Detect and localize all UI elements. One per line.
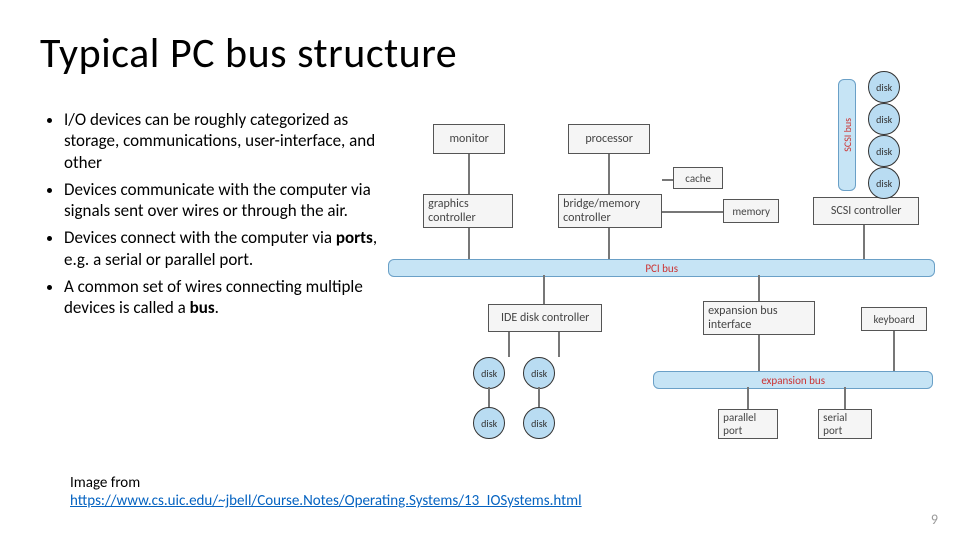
box-graphics: graphics controller (423, 194, 513, 228)
disk-ide-3: disk (473, 407, 505, 439)
box-exp-if: expansion bus interface (703, 301, 815, 335)
disk-ide-2: disk (523, 357, 555, 389)
disk-scsi-4: disk (868, 167, 900, 199)
disk-ide-1: disk (473, 357, 505, 389)
box-monitor: monitor (433, 124, 505, 154)
box-ide: IDE disk controller (488, 304, 602, 332)
bullet-list: I/O devices can be roughly categorized a… (40, 109, 383, 324)
disk-ide-4: disk (523, 407, 555, 439)
box-scsi-ctrl: SCSI controller (813, 197, 919, 225)
box-memory: memory (723, 199, 779, 223)
bus-expansion: expansion bus (653, 371, 933, 389)
box-serial: serial port (818, 409, 872, 439)
bus-scsi: SCSI bus (838, 79, 856, 191)
image-credit: Image from https://www.cs.uic.edu/~jbell… (70, 474, 582, 510)
bullet-1: I/O devices can be roughly categorized a… (64, 109, 383, 173)
disk-scsi-1: disk (868, 71, 900, 103)
page-title: Typical PC bus structure (40, 28, 920, 79)
credit-link[interactable]: https://www.cs.uic.edu/~jbell/Course.Not… (70, 492, 582, 510)
box-processor: processor (568, 124, 650, 154)
box-keyboard: keyboard (861, 307, 927, 331)
disk-scsi-2: disk (868, 103, 900, 135)
box-cache: cache (673, 167, 723, 189)
bullet-3: Devices connect with the computer via po… (64, 227, 383, 270)
bus-diagram: monitor processor cache graphics control… (393, 109, 920, 469)
credit-label: Image from (70, 474, 140, 492)
bullet-4: A common set of wires connecting multipl… (64, 276, 383, 319)
box-parallel: parallel port (718, 409, 778, 439)
disk-scsi-3: disk (868, 135, 900, 167)
page-number: 9 (931, 511, 938, 528)
box-bridge: bridge/memory controller (558, 194, 662, 228)
bullet-2: Devices communicate with the computer vi… (64, 179, 383, 222)
bus-pci: PCI bus (388, 259, 935, 277)
